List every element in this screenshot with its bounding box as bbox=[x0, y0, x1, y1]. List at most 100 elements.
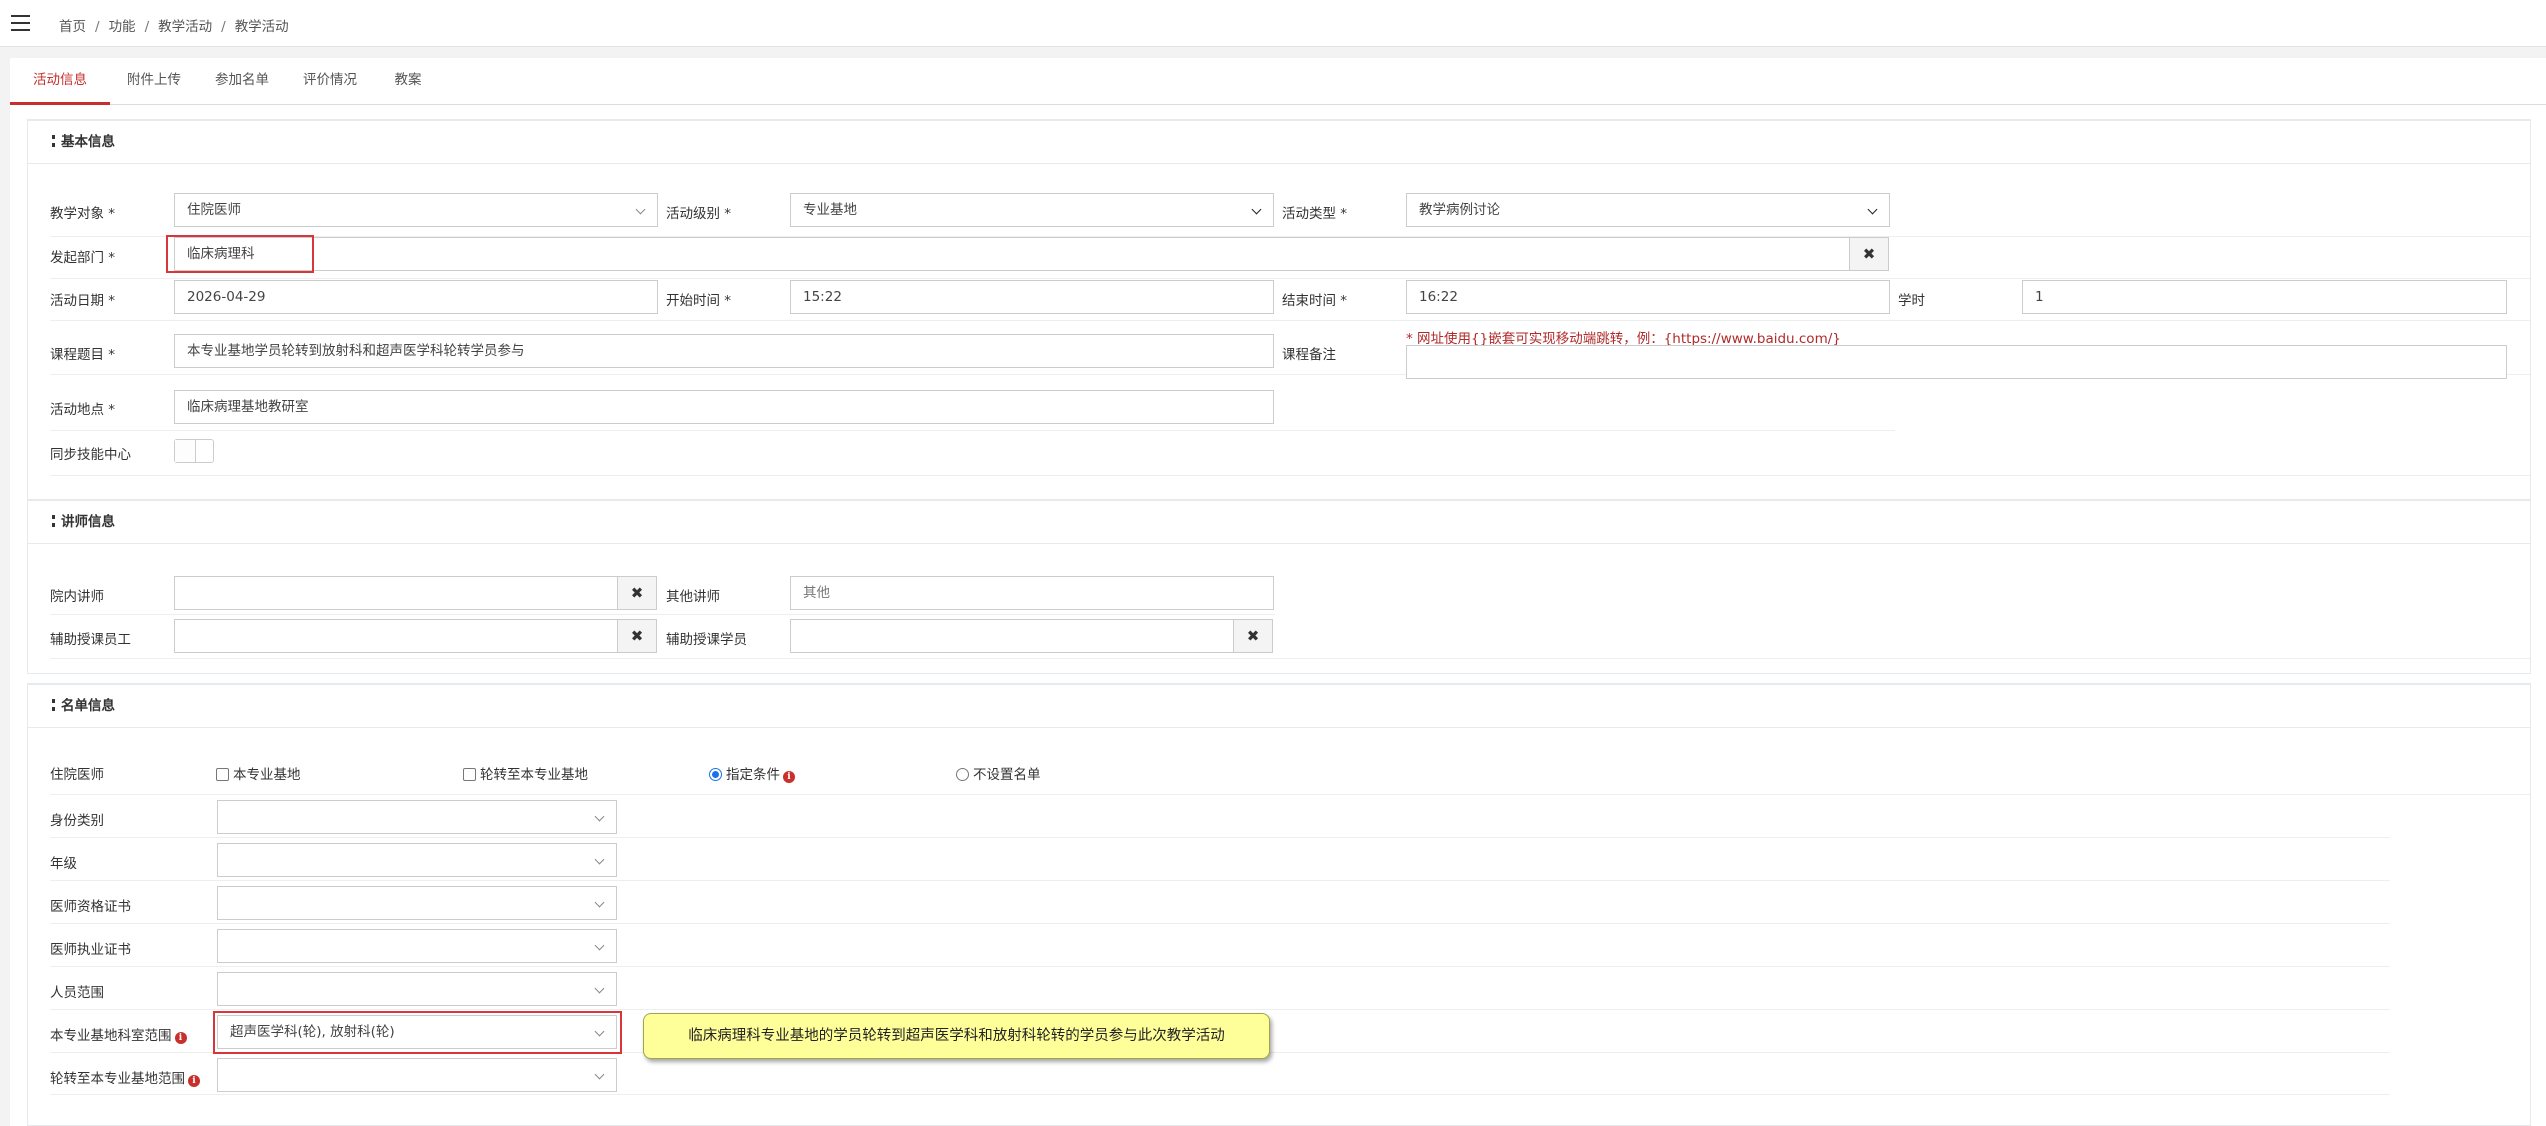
note-label: 课程备注 bbox=[1282, 347, 1336, 363]
scope-select[interactable] bbox=[217, 972, 617, 1006]
note-hint: * 网址使用{}嵌套可实现移动端跳转，例：{https://www.baidu.… bbox=[1406, 331, 1841, 347]
row-divider bbox=[50, 880, 2390, 881]
row-divider bbox=[50, 658, 2530, 659]
basic-info-title: 基本信息 bbox=[61, 134, 115, 150]
tab-evaluation[interactable]: 评价情况 bbox=[286, 58, 374, 105]
place-input[interactable]: 临床病理基地教研室 bbox=[174, 390, 1274, 424]
inner-lecturer-input[interactable] bbox=[174, 576, 618, 610]
annotation-callout: 临床病理科专业基地的学员轮转到超声医学科和放射科轮转的学员参与此次教学活动 bbox=[643, 1013, 1270, 1059]
option-no-roster[interactable]: 不设置名单 bbox=[956, 763, 1041, 783]
level-label: 活动级别 * bbox=[666, 206, 732, 222]
teach-target-label: 教学对象 * bbox=[50, 206, 116, 222]
option-own-base[interactable]: 本专业基地 bbox=[216, 763, 301, 783]
note-input[interactable] bbox=[1406, 345, 2507, 379]
section-dots-icon bbox=[52, 515, 55, 527]
basic-info-header: 基本信息 bbox=[28, 121, 2530, 164]
breadcrumb-home[interactable]: 首页 bbox=[59, 19, 86, 35]
resident-label: 住院医师 bbox=[50, 767, 104, 783]
option-own-base-label: 本专业基地 bbox=[233, 767, 301, 783]
assist-staff-label: 辅助授课员工 bbox=[50, 632, 131, 648]
tab-bar: 活动信息 附件上传 参加名单 评价情况 教案 bbox=[10, 58, 2546, 105]
lecturer-header: 讲师信息 bbox=[28, 501, 2530, 544]
row-divider bbox=[50, 837, 2390, 838]
inner-lecturer-clear-button[interactable]: ✖ bbox=[617, 576, 657, 610]
row-divider bbox=[50, 614, 1275, 615]
practice-cert-select[interactable] bbox=[217, 929, 617, 963]
topic-label: 课程题目 * bbox=[50, 347, 116, 363]
roster-title: 名单信息 bbox=[61, 698, 115, 714]
tab-attachments[interactable]: 附件上传 bbox=[110, 58, 198, 105]
assist-staff-clear-button[interactable]: ✖ bbox=[617, 619, 657, 653]
dept-scope-label-text: 本专业基地科室范围 bbox=[50, 1028, 172, 1044]
type-select[interactable]: 教学病例讨论 bbox=[1406, 193, 1890, 227]
identity-select[interactable] bbox=[217, 800, 617, 834]
info-icon[interactable]: i bbox=[174, 1032, 187, 1044]
identity-label: 身份类别 bbox=[50, 813, 104, 829]
rotate-scope-label: 轮转至本专业基地范围 i bbox=[50, 1067, 200, 1087]
assist-staff-input[interactable] bbox=[174, 619, 618, 653]
top-navbar: 首页 / 功能 / 教学活动 / 教学活动 bbox=[0, 0, 2546, 47]
row-divider bbox=[50, 1094, 2390, 1095]
option-conditions-label: 指定条件 bbox=[726, 767, 780, 783]
teach-target-select[interactable]: 住院医师 bbox=[174, 193, 658, 227]
level-select[interactable]: 专业基地 bbox=[790, 193, 1274, 227]
checkbox-icon bbox=[216, 768, 229, 781]
option-conditions[interactable]: 指定条件 i bbox=[709, 763, 795, 783]
tab-activity-info[interactable]: 活动信息 bbox=[10, 58, 110, 105]
row-divider bbox=[50, 1009, 2390, 1010]
date-input[interactable]: 2026-04-29 bbox=[174, 280, 658, 314]
lecturer-title: 讲师信息 bbox=[61, 514, 115, 530]
checkbox-icon bbox=[463, 768, 476, 781]
dept-clear-button[interactable]: ✖ bbox=[1849, 237, 1889, 271]
breadcrumb: 首页 / 功能 / 教学活动 / 教学活动 bbox=[59, 19, 289, 35]
breadcrumb-activity[interactable]: 教学活动 bbox=[158, 19, 212, 35]
info-icon[interactable]: i bbox=[188, 1075, 200, 1087]
tab-participants[interactable]: 参加名单 bbox=[198, 58, 286, 105]
row-divider bbox=[50, 794, 2530, 795]
start-time-label: 开始时间 * bbox=[666, 293, 732, 309]
sync-toggle[interactable] bbox=[174, 439, 214, 463]
row-divider bbox=[50, 923, 2390, 924]
breadcrumb-function[interactable]: 功能 bbox=[109, 19, 136, 35]
option-no-roster-label: 不设置名单 bbox=[973, 767, 1041, 783]
date-label: 活动日期 * bbox=[50, 293, 116, 309]
rotate-scope-select[interactable] bbox=[217, 1058, 617, 1092]
hamburger-menu-icon[interactable] bbox=[11, 15, 30, 31]
hours-input[interactable]: 1 bbox=[2022, 280, 2507, 314]
row-divider bbox=[50, 966, 2390, 967]
qual-cert-label: 医师资格证书 bbox=[50, 899, 131, 915]
other-lecturer-input[interactable]: 其他 bbox=[790, 576, 1274, 610]
dept-label: 发起部门 * bbox=[50, 250, 116, 266]
assist-student-input[interactable] bbox=[790, 619, 1234, 653]
start-time-input[interactable]: 15:22 bbox=[790, 280, 1274, 314]
grade-select[interactable] bbox=[217, 843, 617, 877]
section-dots-icon bbox=[52, 135, 55, 147]
tab-lesson-plan[interactable]: 教案 bbox=[374, 58, 442, 105]
end-time-input[interactable]: 16:22 bbox=[1406, 280, 1890, 314]
row-divider bbox=[50, 475, 2530, 476]
highlight-box bbox=[213, 1011, 622, 1054]
practice-cert-label: 医师执业证书 bbox=[50, 942, 131, 958]
row-divider bbox=[50, 278, 2530, 279]
place-label: 活动地点 * bbox=[50, 402, 116, 418]
grade-label: 年级 bbox=[50, 856, 77, 872]
type-label: 活动类型 * bbox=[1282, 206, 1348, 222]
assist-student-clear-button[interactable]: ✖ bbox=[1233, 619, 1273, 653]
dept-input[interactable]: 临床病理科 bbox=[174, 237, 1850, 271]
row-divider bbox=[50, 320, 2530, 321]
rotate-scope-label-text: 轮转至本专业基地范围 bbox=[50, 1071, 185, 1087]
radio-selected-icon bbox=[709, 768, 722, 781]
topic-input[interactable]: 本专业基地学员轮转到放射科和超声医学科轮转学员参与 bbox=[174, 334, 1274, 368]
info-icon[interactable]: i bbox=[783, 771, 795, 783]
row-divider bbox=[50, 430, 1895, 431]
breadcrumb-current: 教学活动 bbox=[234, 19, 289, 35]
assist-student-label: 辅助授课学员 bbox=[666, 632, 747, 648]
roster-header: 名单信息 bbox=[28, 685, 2530, 728]
option-rotate-in[interactable]: 轮转至本专业基地 bbox=[463, 763, 588, 783]
radio-icon bbox=[956, 768, 969, 781]
inner-lecturer-label: 院内讲师 bbox=[50, 589, 104, 605]
scope-label: 人员范围 bbox=[50, 985, 104, 1001]
qual-cert-select[interactable] bbox=[217, 886, 617, 920]
end-time-label: 结束时间 * bbox=[1282, 293, 1348, 309]
highlight-box bbox=[166, 235, 314, 273]
